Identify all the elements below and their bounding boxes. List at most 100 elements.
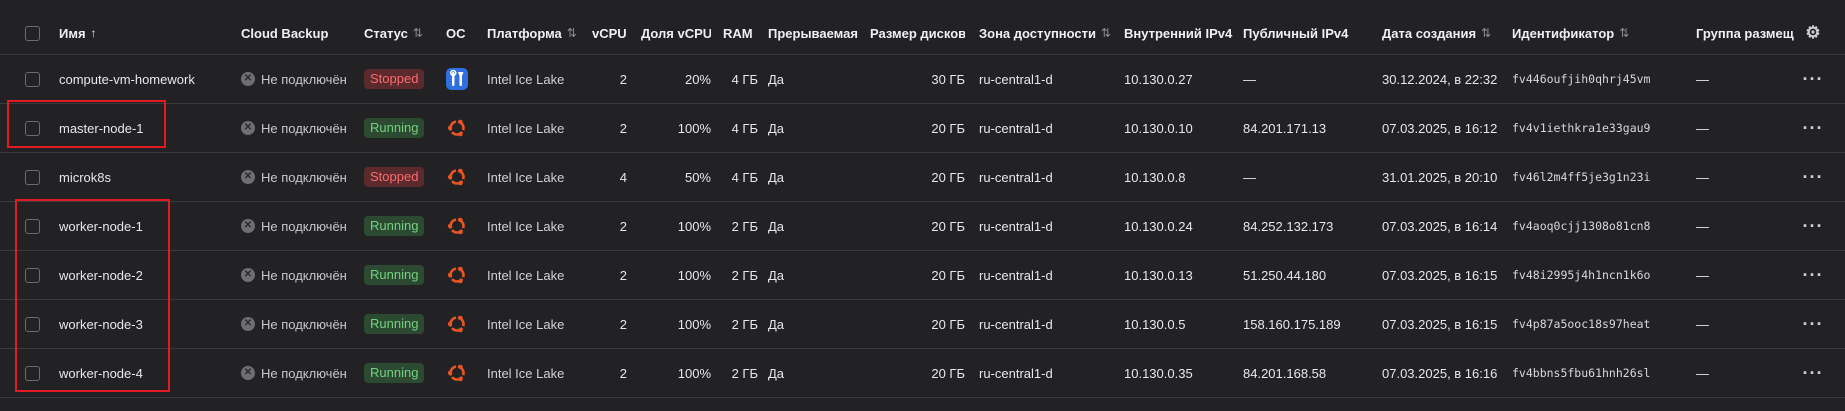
cell-ram: 4 ГБ xyxy=(723,104,758,152)
cell-public_ip: — xyxy=(1243,153,1373,201)
cell-internal_ip: 10.130.0.24 xyxy=(1124,202,1239,250)
more-actions-icon[interactable]: ··· xyxy=(1803,216,1824,237)
row-public-ip: 158.160.175.189 xyxy=(1243,316,1341,332)
not-connected-icon: ✕ xyxy=(241,219,255,233)
row-name[interactable]: worker-node-3 xyxy=(59,317,143,332)
row-zone: ru-central1-d xyxy=(979,218,1053,234)
row-checkbox[interactable] xyxy=(25,120,40,136)
cell-os xyxy=(446,251,476,299)
cell-name: worker-node-3 xyxy=(59,300,239,348)
row-name[interactable]: worker-node-4 xyxy=(59,366,143,381)
table-row[interactable]: master-node-1 ✕ Не подключён Running Intel I… xyxy=(0,104,1845,153)
row-id: fv4bbns5fbu61hnh26sl xyxy=(1512,366,1651,380)
cell-menu: ··· xyxy=(1799,104,1827,152)
row-name[interactable]: worker-node-2 xyxy=(59,268,143,283)
cell-menu: ··· xyxy=(1799,251,1827,299)
table-row[interactable]: microk8s ✕ Не подключён Stopped Intel Ice La… xyxy=(0,153,1845,202)
col-backup: Cloud Backup xyxy=(241,12,356,54)
cell-preemptible: Да xyxy=(768,300,858,348)
row-public-ip: — xyxy=(1243,169,1256,185)
table-row[interactable]: worker-node-4 ✕ Не подключён Running Intel I… xyxy=(0,349,1845,398)
not-connected-icon: ✕ xyxy=(241,121,255,135)
more-actions-icon[interactable]: ··· xyxy=(1803,69,1824,90)
more-actions-icon[interactable]: ··· xyxy=(1803,363,1824,384)
cell-status: Running xyxy=(364,349,444,397)
row-name[interactable]: compute-vm-homework xyxy=(59,72,195,87)
select-all-checkbox[interactable] xyxy=(25,25,40,41)
col-os: ОС xyxy=(446,12,476,54)
row-vcpu: 2 xyxy=(619,218,627,234)
row-zone: ru-central1-d xyxy=(979,267,1053,283)
table-body: compute-vm-homework ✕ Не подключён Stopped I… xyxy=(0,55,1845,398)
cell-platform: Intel Ice Lake xyxy=(487,202,592,250)
row-ram: 2 ГБ xyxy=(731,365,758,381)
status-badge: Running xyxy=(364,118,425,138)
sort-icon[interactable]: ⇅ xyxy=(567,26,577,40)
cell-chk xyxy=(25,55,45,103)
row-name[interactable]: master-node-1 xyxy=(59,121,144,136)
cell-name: worker-node-1 xyxy=(59,202,239,250)
table-row[interactable]: worker-node-1 ✕ Не подключён Running Intel I… xyxy=(0,202,1845,251)
cell-public_ip: 84.252.132.173 xyxy=(1243,202,1373,250)
cell-preemptible: Да xyxy=(768,349,858,397)
more-actions-icon[interactable]: ··· xyxy=(1803,167,1824,188)
row-zone: ru-central1-d xyxy=(979,120,1053,136)
row-disk: 30 ГБ xyxy=(931,71,965,87)
row-checkbox[interactable] xyxy=(25,365,40,381)
col-status[interactable]: Статус ⇅ xyxy=(364,12,444,54)
cell-platform: Intel Ice Lake xyxy=(487,300,592,348)
sort-icon[interactable]: ⇅ xyxy=(413,26,423,40)
col-zone-label: Зона доступности xyxy=(979,25,1097,41)
row-placement: — xyxy=(1696,218,1709,234)
table-row[interactable]: worker-node-2 ✕ Не подключён Running Intel I… xyxy=(0,251,1845,300)
cell-created: 31.01.2025, в 20:10 xyxy=(1382,153,1512,201)
row-checkbox[interactable] xyxy=(25,169,40,185)
row-vcpu-share: 50% xyxy=(684,169,711,185)
row-placement: — xyxy=(1696,316,1709,332)
sort-asc-icon[interactable]: ↑ xyxy=(91,26,97,40)
table-row[interactable]: compute-vm-homework ✕ Не подключён Stopped I… xyxy=(0,55,1845,104)
row-public-ip: 51.250.44.180 xyxy=(1243,267,1327,283)
row-name[interactable]: worker-node-1 xyxy=(59,219,143,234)
col-id-label: Идентификатор xyxy=(1512,25,1615,41)
more-actions-icon[interactable]: ··· xyxy=(1803,314,1824,335)
cell-placement: — xyxy=(1696,202,1756,250)
col-platform[interactable]: Платформа ⇅ xyxy=(487,12,592,54)
cell-placement: — xyxy=(1696,300,1756,348)
row-checkbox[interactable] xyxy=(25,218,40,234)
row-checkbox[interactable] xyxy=(25,316,40,332)
col-vcpu-share: Доля vCPU xyxy=(641,12,711,54)
col-created[interactable]: Дата создания ⇅ xyxy=(1382,12,1512,54)
row-vcpu: 2 xyxy=(619,365,627,381)
col-name[interactable]: Имя ↑ xyxy=(59,12,239,54)
sort-icon[interactable]: ⇅ xyxy=(1101,26,1111,40)
cell-vcpu: 2 xyxy=(592,55,627,103)
col-status-label: Статус xyxy=(364,25,408,41)
cell-backup: ✕ Не подключён xyxy=(241,251,356,299)
cell-preemptible: Да xyxy=(768,153,858,201)
row-platform: Intel Ice Lake xyxy=(487,71,565,87)
row-name[interactable]: microk8s xyxy=(59,170,111,185)
cell-public_ip: 84.201.171.13 xyxy=(1243,104,1373,152)
col-zone[interactable]: Зона доступности ⇅ xyxy=(979,12,1114,54)
gear-icon[interactable]: ⚙ xyxy=(1805,23,1820,43)
row-vcpu-share: 100% xyxy=(677,267,711,283)
cell-zone: ru-central1-d xyxy=(979,55,1114,103)
row-created: 07.03.2025, в 16:14 xyxy=(1382,218,1498,234)
sort-icon[interactable]: ⇅ xyxy=(1481,26,1491,40)
not-connected-icon: ✕ xyxy=(241,72,255,86)
cell-zone: ru-central1-d xyxy=(979,104,1114,152)
table-settings[interactable]: ⚙ xyxy=(1799,12,1827,54)
more-actions-icon[interactable]: ··· xyxy=(1803,265,1824,286)
col-id[interactable]: Идентификатор ⇅ xyxy=(1512,12,1662,54)
row-checkbox[interactable] xyxy=(25,267,40,283)
more-actions-icon[interactable]: ··· xyxy=(1803,118,1824,139)
row-internal-ip: 10.130.0.5 xyxy=(1124,316,1186,332)
col-internal-ip: Внутренний IPv4 xyxy=(1124,12,1239,54)
row-checkbox[interactable] xyxy=(25,71,40,87)
cell-id: fv4bbns5fbu61hnh26sl xyxy=(1512,349,1687,397)
cell-os xyxy=(446,202,476,250)
sort-icon[interactable]: ⇅ xyxy=(1619,26,1629,40)
table-row[interactable]: worker-node-3 ✕ Не подключён Running Intel I… xyxy=(0,300,1845,349)
cell-platform: Intel Ice Lake xyxy=(487,104,592,152)
